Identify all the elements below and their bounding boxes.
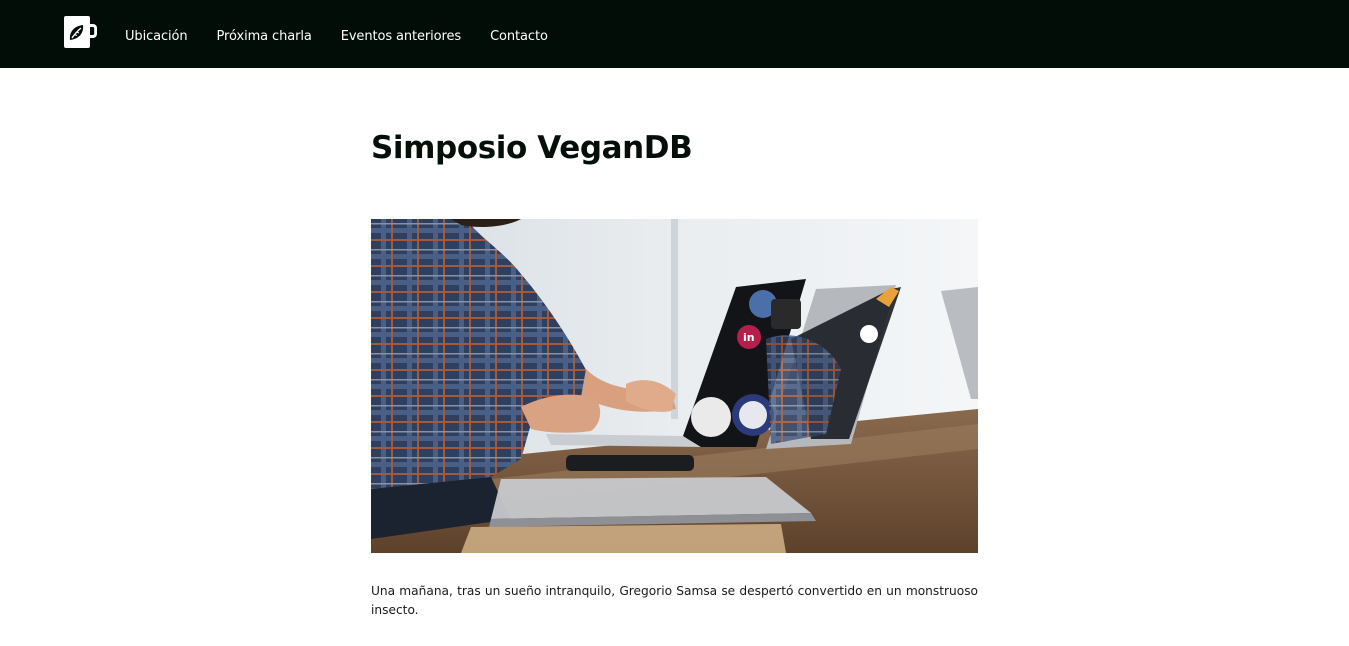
main-nav: Ubicación Próxima charla Eventos anterio…	[125, 0, 577, 68]
page-title: Simposio VeganDB	[371, 130, 693, 166]
nav-item-proxima-charla: Próxima charla	[217, 25, 312, 44]
coffee-mug-leaf-icon	[64, 16, 97, 48]
nav-item-contacto: Contacto	[490, 25, 548, 44]
nav-item-eventos-anteriores: Eventos anteriores	[341, 25, 461, 44]
nav-link-ubicacion[interactable]: Ubicación	[125, 29, 188, 44]
nav-link-proxima-charla[interactable]: Próxima charla	[217, 29, 312, 44]
nav-link-contacto[interactable]: Contacto	[490, 29, 548, 44]
site-logo-link[interactable]	[64, 16, 98, 48]
nav-link-eventos-anteriores[interactable]: Eventos anteriores	[341, 29, 461, 44]
body-paragraph: Una mañana, tras un sueño intranquilo, G…	[371, 584, 978, 617]
hero-image: in	[371, 219, 978, 553]
svg-text:in: in	[743, 331, 755, 344]
top-navigation-bar: Ubicación Próxima charla Eventos anterio…	[0, 0, 1349, 68]
nav-item-ubicacion: Ubicación	[125, 25, 188, 44]
